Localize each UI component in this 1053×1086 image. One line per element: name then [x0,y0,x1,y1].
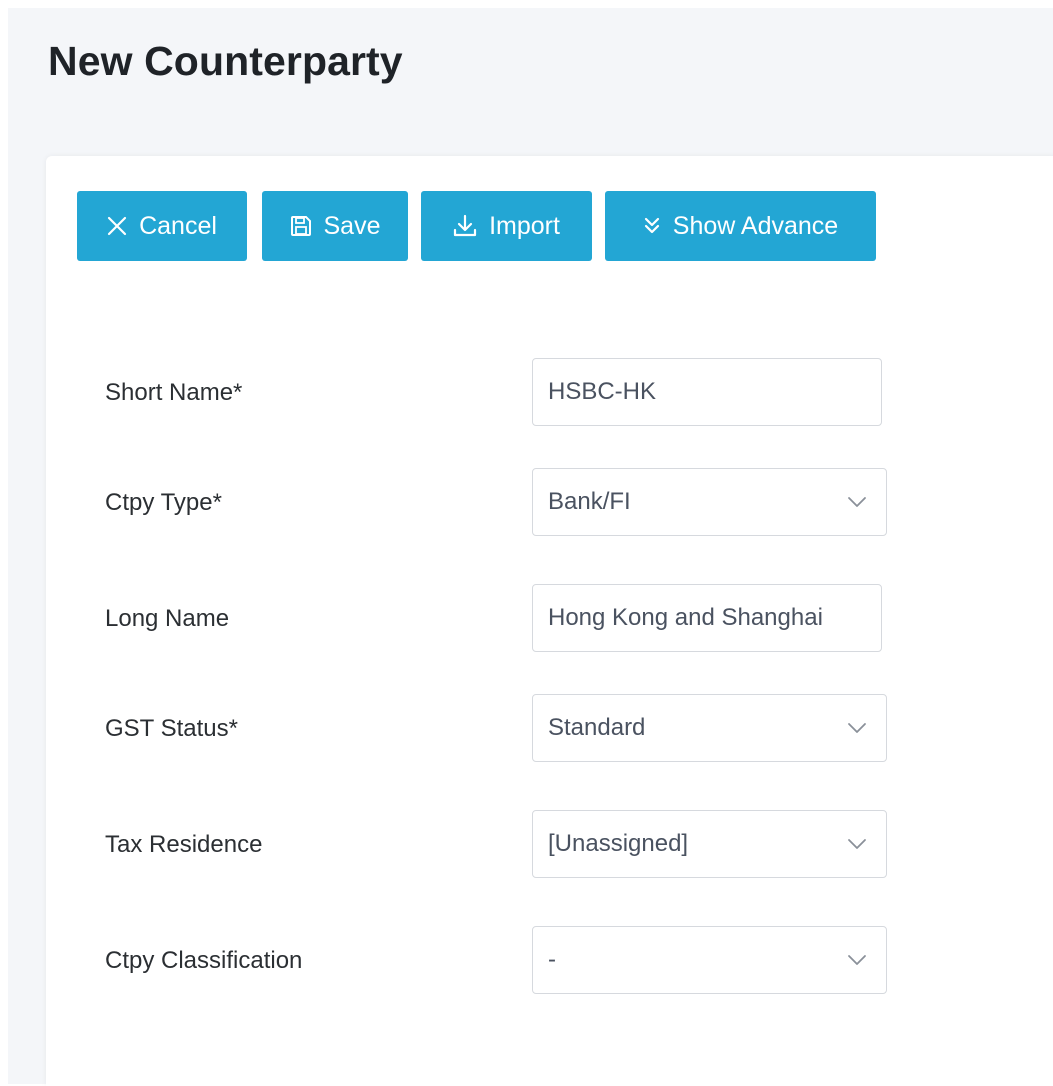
ctpy-type-label: Ctpy Type* [105,489,222,516]
cancel-button[interactable]: Cancel [77,191,247,261]
tax-residence-select[interactable]: [Unassigned] [532,810,887,878]
long-name-label: Long Name [105,605,230,632]
close-icon [107,216,127,236]
long-name-input[interactable] [532,584,882,652]
ctpy-classification-select[interactable]: - [532,926,887,994]
page-background: New Counterparty Cancel Save Import Show… [8,8,1053,1086]
tax-residence-label: Tax Residence [105,831,263,858]
gst-status-label: GST Status* [105,715,238,742]
show-advance-button[interactable]: Show Advance [605,191,876,261]
short-name-label: Short Name* [105,379,243,406]
ctpy-classification-value: - [548,946,556,973]
form-row-gst-status: GST Status* Standard [46,694,1046,764]
chevron-down-icon [848,839,866,849]
form-row-short-name: Short Name* [46,358,1046,428]
gst-status-select[interactable]: Standard [532,694,887,762]
form-row-tax-residence: Tax Residence [Unassigned] [46,810,1046,880]
download-icon [453,214,477,238]
cancel-button-label: Cancel [139,211,217,240]
floppy-disk-icon [290,215,312,237]
save-button-label: Save [323,211,381,240]
save-button[interactable]: Save [262,191,408,261]
chevrons-down-icon [643,216,661,236]
show-advance-button-label: Show Advance [672,211,839,240]
ctpy-type-value: Bank/FI [548,488,631,515]
form-row-ctpy-classification: Ctpy Classification - [46,926,1046,996]
form-card: Cancel Save Import Show Advance Short Na… [46,156,1053,1086]
tax-residence-value: [Unassigned] [548,830,689,857]
chevron-down-icon [848,955,866,965]
import-button-label: Import [489,211,560,240]
import-button[interactable]: Import [421,191,592,261]
gst-status-value: Standard [548,714,646,741]
ctpy-type-select[interactable]: Bank/FI [532,468,887,536]
chevron-down-icon [848,497,866,507]
form-row-ctpy-type: Ctpy Type* Bank/FI [46,468,1046,538]
form-row-long-name: Long Name [46,584,1046,654]
ctpy-classification-label: Ctpy Classification [105,947,303,974]
short-name-input[interactable] [532,358,882,426]
page-title: New Counterparty [48,38,403,84]
chevron-down-icon [848,723,866,733]
